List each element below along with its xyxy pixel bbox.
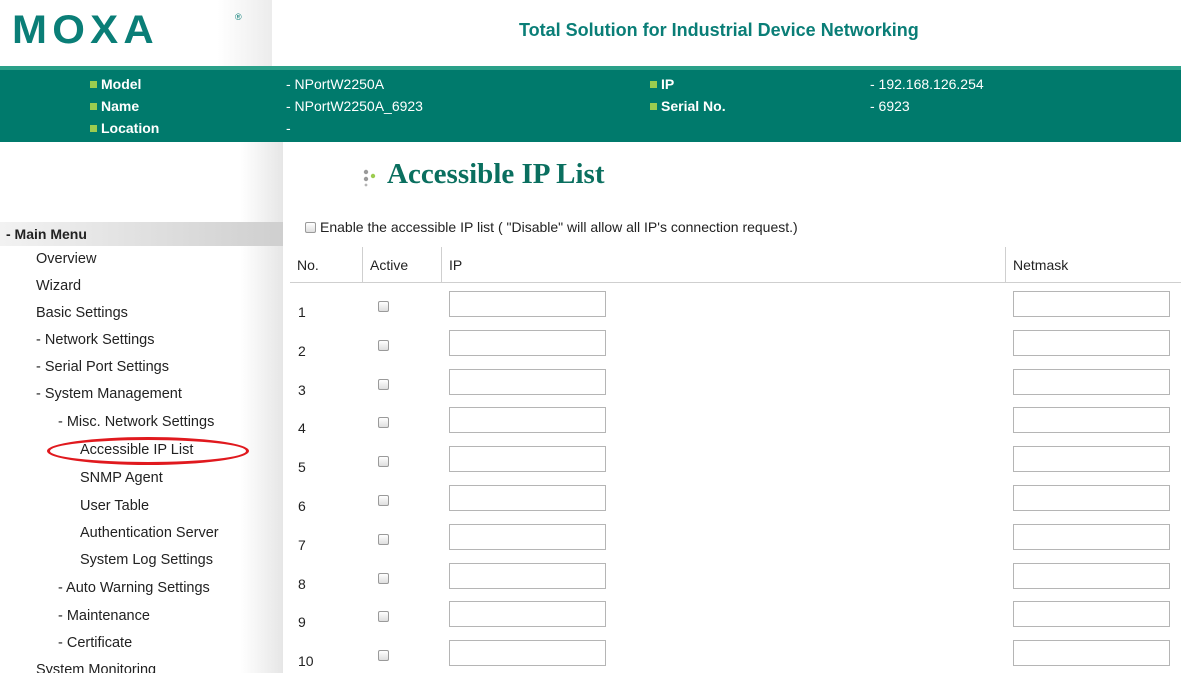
model-label: Model [90,76,141,92]
row-number: 7 [298,537,306,553]
row-active-checkbox[interactable] [378,456,389,467]
device-info-bar: Model - NPortW2250A Name - NPortW2250A_6… [0,66,1181,142]
row-netmask-input[interactable] [1013,446,1170,472]
location-value: - [286,120,291,136]
sidebar-item-maintenance[interactable]: - Maintenance [58,608,150,624]
sidebar-item-authentication-server[interactable]: Authentication Server [80,525,219,541]
row-number: 6 [298,498,306,514]
row-netmask-input[interactable] [1013,563,1170,589]
row-active-checkbox[interactable] [378,301,389,312]
row-active-checkbox[interactable] [378,534,389,545]
row-ip-input[interactable] [449,446,606,472]
sidebar-item-certificate[interactable]: - Certificate [58,635,132,651]
enable-accessible-ip-label: Enable the accessible IP list ( "Disable… [320,219,798,235]
column-header-active: Active [362,247,441,283]
row-netmask-input[interactable] [1013,330,1170,356]
row-ip-input[interactable] [449,291,606,317]
sidebar-item-wizard[interactable]: Wizard [36,278,81,294]
sidebar-item-auto-warning-settings[interactable]: - Auto Warning Settings [58,580,210,596]
sidebar-item-system-management[interactable]: - System Management [36,386,182,402]
row-netmask-input[interactable] [1013,524,1170,550]
sidebar-item-user-table[interactable]: User Table [80,498,149,514]
row-number: 3 [298,382,306,398]
sidebar-item-network-settings[interactable]: - Network Settings [36,332,154,348]
name-value: - NPortW2250A_6923 [286,98,423,114]
row-active-checkbox[interactable] [378,417,389,428]
bullet-square-icon [90,80,97,88]
row-ip-input[interactable] [449,563,606,589]
sidebar-item-serial-port-settings[interactable]: - Serial Port Settings [36,359,169,375]
sidebar-item-accessible-ip-list[interactable]: Accessible IP List [80,442,193,458]
location-label: Location [90,120,159,136]
sidebar-item-misc-network-settings[interactable]: - Misc. Network Settings [58,414,214,430]
sidebar-item-system-monitoring[interactable]: System Monitoring [36,662,156,673]
sidebar-item-system-log-settings[interactable]: System Log Settings [80,552,213,568]
main-menu-header[interactable]: - Main Menu [0,222,283,246]
sidebar-item-overview[interactable]: Overview [36,251,96,267]
row-active-checkbox[interactable] [378,340,389,351]
model-value: - NPortW2250A [286,76,385,92]
enable-accessible-ip-checkbox[interactable] [305,221,316,233]
ip-value: - 192.168.126.254 [870,76,984,92]
sidebar-item-basic-settings[interactable]: Basic Settings [36,305,128,321]
column-header-ip: IP [441,247,1005,283]
row-ip-input[interactable] [449,601,606,627]
row-number: 1 [298,304,306,320]
row-number: 9 [298,614,306,630]
row-number: 4 [298,420,306,436]
serial-label: Serial No. [650,98,726,114]
row-ip-input[interactable] [449,640,606,666]
page-title: Accessible IP List [387,158,605,190]
column-header-netmask: Netmask [1005,247,1181,283]
sidebar-item-snmp-agent[interactable]: SNMP Agent [80,470,163,486]
ip-label: IP [650,76,674,92]
row-ip-input[interactable] [449,330,606,356]
row-active-checkbox[interactable] [378,379,389,390]
sidebar: - Main Menu Overview Wizard Basic Settin… [0,142,283,673]
bullet-square-icon [650,102,657,110]
row-active-checkbox[interactable] [378,650,389,661]
row-number: 5 [298,459,306,475]
name-label: Name [90,98,139,114]
tagline: Total Solution for Industrial Device Net… [519,20,919,40]
bullet-square-icon [650,80,657,88]
column-header-no: No. [290,247,362,283]
row-number: 10 [298,653,314,669]
title-dots-icon [363,169,376,187]
registered-mark: ® [235,12,242,22]
bullet-square-icon [90,102,97,110]
row-ip-input[interactable] [449,407,606,433]
row-netmask-input[interactable] [1013,485,1170,511]
row-ip-input[interactable] [449,524,606,550]
row-active-checkbox[interactable] [378,573,389,584]
row-netmask-input[interactable] [1013,369,1170,395]
logo-area: MOXA ® [0,0,272,66]
row-active-checkbox[interactable] [378,611,389,622]
row-active-checkbox[interactable] [378,495,389,506]
row-netmask-input[interactable] [1013,291,1170,317]
enable-accessible-ip-row: Enable the accessible IP list ( "Disable… [305,219,798,235]
row-number: 2 [298,343,306,359]
moxa-logo: MOXA [12,8,159,52]
row-netmask-input[interactable] [1013,601,1170,627]
serial-value: - 6923 [870,98,910,114]
row-netmask-input[interactable] [1013,407,1170,433]
row-number: 8 [298,576,306,592]
row-ip-input[interactable] [449,369,606,395]
row-netmask-input[interactable] [1013,640,1170,666]
row-ip-input[interactable] [449,485,606,511]
bullet-square-icon [90,124,97,132]
